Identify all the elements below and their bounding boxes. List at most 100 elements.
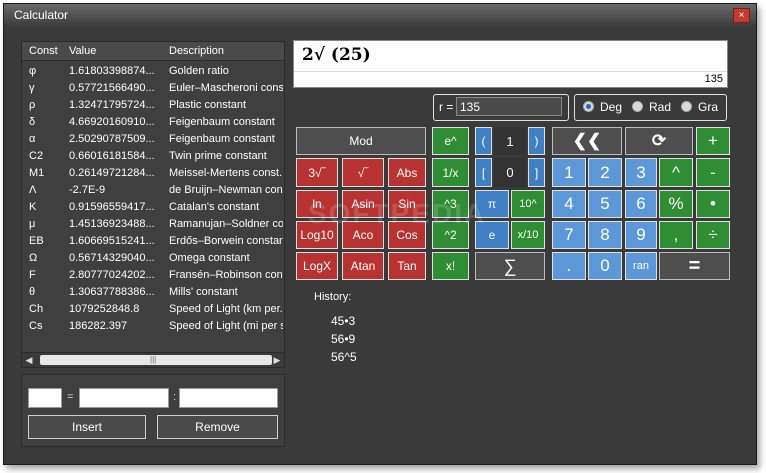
divide-button[interactable]: ÷ [696,221,730,249]
ten-power-button[interactable]: 10^ [511,190,545,218]
const-description-field[interactable] [179,388,278,408]
insert-button[interactable]: Insert [28,415,146,439]
const-value-field[interactable] [79,388,169,408]
constant-description: Omega constant [169,252,250,264]
minus-button[interactable]: - [696,158,730,187]
constant-symbol: C2 [29,150,44,162]
caret-button[interactable]: ^ [659,158,693,187]
atan-button[interactable]: Atan [342,252,384,280]
constant-value: 4.66920160910... [69,116,155,128]
display: 2√ (25) 135 [293,40,728,88]
scroll-left-icon[interactable]: ◀ [22,353,36,367]
constant-value: 0.56714329040... [69,252,155,264]
clear-button[interactable]: ⟳ [625,127,693,155]
constant-row[interactable]: δ 4.66920160910... Feigenbaum constant [22,115,284,132]
column-header-description[interactable]: Description [169,45,224,57]
constant-value: 2.50290787509... [69,133,155,145]
digit-4-button[interactable]: 4 [552,190,586,218]
constant-row[interactable]: Λ -2.7E-9 de Bruijn–Newman con... [22,183,284,200]
bracket-close-button[interactable]: ] [528,158,545,187]
constant-row[interactable]: ρ 1.32471795724... Plastic constant [22,98,284,115]
x-div-10-button[interactable]: x/10 [511,221,545,249]
constant-symbol: δ [29,116,36,128]
constant-description: Meissel-Mertens const... [169,167,283,179]
constant-row[interactable]: α 2.50290787509... Feigenbaum constant [22,132,284,149]
mod-button[interactable]: Mod [296,127,426,155]
constant-row[interactable]: K 0.91596559417... Catalan's constant [22,200,284,217]
constant-value: -2.7E-9 [69,184,106,196]
constant-description: Speed of Light (km per... [169,303,283,315]
window-title: Calculator [14,8,69,22]
paren-close-button[interactable]: ) [528,127,545,155]
digit-6-button[interactable]: 6 [625,190,657,218]
constant-row[interactable]: Ch 1079252848.8 Speed of Light (km per... [22,302,284,319]
expression-display: 2√ (25) [302,45,371,65]
random-button[interactable]: ran [625,252,657,280]
radio-icon [681,101,692,112]
title-bar[interactable]: Calculator × [4,4,756,26]
digit-8-button[interactable]: 8 [588,221,622,249]
constant-description: Fransén–Robinson con... [169,269,283,281]
paren-open-button[interactable]: ( [475,127,492,155]
digit-9-button[interactable]: 9 [625,221,657,249]
bracket-open-button[interactable]: [ [475,158,492,187]
tan-button[interactable]: Tan [388,252,426,280]
constant-value: 1.60669515241... [69,235,155,247]
constant-row[interactable]: M1 0.26149721284... Meissel-Mertens const.… [22,166,284,183]
constant-row[interactable]: θ 1.30637788386... Mills' constant [22,285,284,302]
comma-button[interactable]: , [659,221,693,249]
history-item[interactable]: 56•9 [331,332,355,346]
history-item[interactable]: 56^5 [331,350,357,364]
constant-row[interactable]: γ 0.57721566490... Euler–Mascheroni cons [22,81,284,98]
scroll-thumb[interactable]: ||| [40,355,272,365]
scroll-grip-icon: ||| [150,355,157,364]
digit-5-button[interactable]: 5 [588,190,622,218]
reciprocal-button[interactable]: 1/x [432,158,469,187]
digit-7-button[interactable]: 7 [552,221,586,249]
backspace-button[interactable]: ❮❮ [552,127,622,155]
factorial-button[interactable]: x! [432,252,469,280]
constant-row[interactable]: φ 1.61803398874... Golden ratio [22,64,284,81]
constant-description: de Bruijn–Newman con... [169,184,283,196]
constant-row[interactable]: Cs 186282.397 Speed of Light (mi per s [22,319,284,336]
r-input[interactable]: 135 [456,97,562,116]
cube-root-button[interactable]: 3√‾ [296,158,338,187]
constant-row[interactable]: Ω 0.56714329040... Omega constant [22,251,284,268]
multiply-button[interactable]: • [696,190,730,218]
radio-icon [632,101,643,112]
equals-separator: = [67,391,74,403]
history-item[interactable]: 45•3 [331,314,355,328]
paren-count: 1 [494,127,526,155]
digit-2-button[interactable]: 2 [588,158,622,187]
percent-button[interactable]: % [659,190,693,218]
scroll-right-icon[interactable]: ▶ [270,353,284,367]
plus-button[interactable]: + [696,127,730,155]
decimal-button[interactable]: . [552,252,586,280]
digit-0-button[interactable]: 0 [588,252,622,280]
constant-row[interactable]: F 2.80777024202... Fransén–Robinson con... [22,268,284,285]
constant-symbol: θ [29,286,36,298]
sqrt-button[interactable]: √‾ [342,158,384,187]
constant-row[interactable]: EB 1.60669515241... Erdős–Borwein constant [22,234,284,251]
column-header-const[interactable]: Const [29,45,58,57]
digit-3-button[interactable]: 3 [625,158,657,187]
close-button[interactable]: × [733,8,750,23]
constant-row[interactable]: μ 1.45136923488... Ramanujan–Soldner con..… [22,217,284,234]
constant-value: 0.26149721284... [69,167,155,179]
constant-row[interactable]: C2 0.66016181584... Twin prime constant [22,149,284,166]
equals-button[interactable]: = [659,252,730,280]
constant-symbol: γ [29,82,35,94]
e-power-button[interactable]: e^ [432,127,469,155]
logx-button[interactable]: LogX [296,252,338,280]
constant-description: Mills' constant [169,286,238,298]
sum-button[interactable]: ∑ [475,252,545,280]
abs-button[interactable]: Abs [388,158,426,187]
remove-button[interactable]: Remove [157,415,278,439]
digit-1-button[interactable]: 1 [552,158,586,187]
constants-list[interactable]: Const Value Description φ 1.61803398874..… [21,41,285,368]
constant-symbol: K [29,201,37,213]
horizontal-scrollbar[interactable]: ◀ ||| ▶ [22,352,284,367]
column-header-value[interactable]: Value [69,45,96,57]
const-symbol-field[interactable] [28,388,62,408]
constant-value: 0.66016181584... [69,150,155,162]
